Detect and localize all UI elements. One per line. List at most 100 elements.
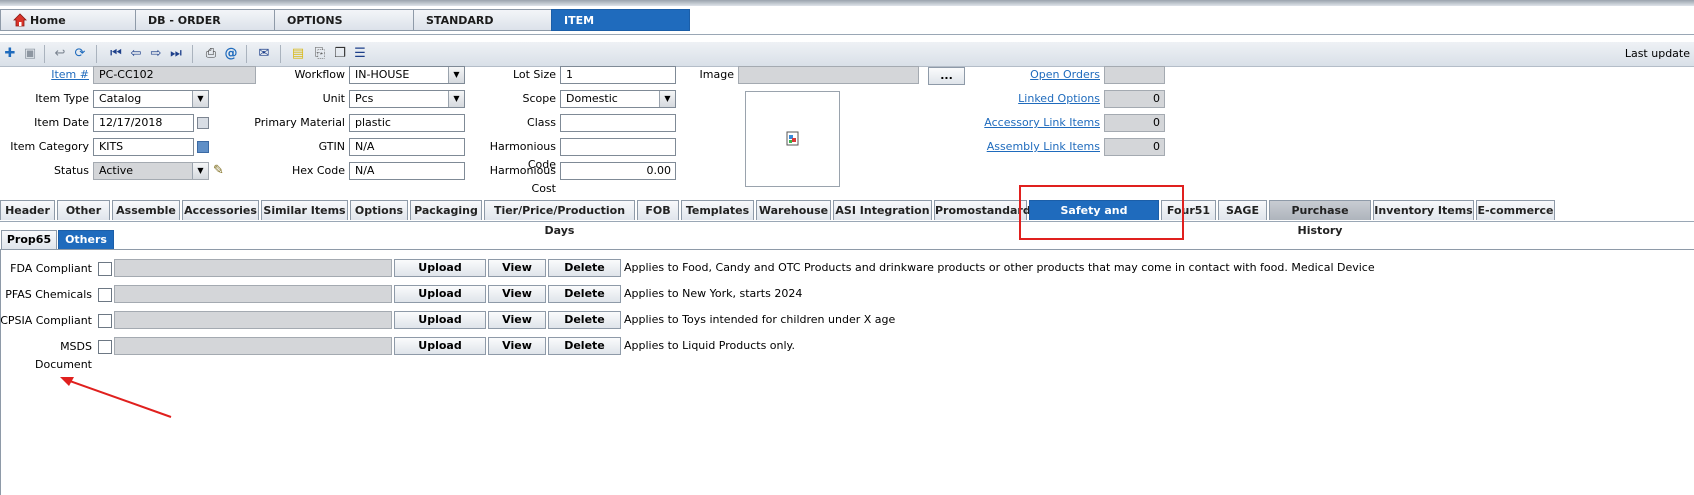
- tab-templates[interactable]: Templates: [681, 200, 754, 220]
- view-button[interactable]: View: [488, 285, 546, 303]
- upload-button[interactable]: Upload: [394, 311, 486, 329]
- assembly-link-items-link[interactable]: Assembly Link Items: [987, 140, 1100, 153]
- tab-similar-items[interactable]: Similar Items: [261, 200, 348, 220]
- chevron-down-icon[interactable]: ▼: [659, 91, 675, 107]
- item-number-field[interactable]: PC-CC102: [93, 66, 256, 84]
- document-checkbox[interactable]: [98, 262, 112, 276]
- edit-icon[interactable]: ✎: [213, 163, 224, 178]
- delete-button[interactable]: Delete: [548, 285, 621, 303]
- open-orders-label[interactable]: Open Orders: [960, 66, 1100, 84]
- nav-tab-label: Home: [30, 14, 66, 27]
- tab-promostandard[interactable]: Promostandard: [934, 200, 1031, 220]
- upload-button[interactable]: Upload: [394, 259, 486, 277]
- document-path-field[interactable]: [114, 337, 392, 355]
- subtab-prop65[interactable]: Prop65: [1, 230, 57, 250]
- assembly-link-label[interactable]: Assembly Link Items: [960, 138, 1100, 156]
- view-button[interactable]: View: [488, 337, 546, 355]
- last-record-icon[interactable]: ⏭: [168, 46, 184, 62]
- calendar-icon[interactable]: [197, 117, 209, 129]
- list-icon[interactable]: ☰: [352, 46, 368, 62]
- item-category-field[interactable]: KITS: [93, 138, 194, 156]
- delete-button[interactable]: Delete: [548, 337, 621, 355]
- delete-button[interactable]: Delete: [548, 311, 621, 329]
- delete-button[interactable]: Delete: [548, 259, 621, 277]
- document-checkbox[interactable]: [98, 314, 112, 328]
- note-icon[interactable]: ▤: [290, 46, 306, 62]
- tab-sage[interactable]: SAGE: [1218, 200, 1267, 220]
- document-label: MSDS Document: [35, 340, 92, 371]
- view-button[interactable]: View: [488, 311, 546, 329]
- tab-other[interactable]: Other: [57, 200, 110, 220]
- class-field[interactable]: [560, 114, 676, 132]
- workflow-select[interactable]: IN-HOUSE ▼: [349, 66, 465, 84]
- tab-options[interactable]: Options: [350, 200, 408, 220]
- email-icon[interactable]: @: [223, 46, 239, 62]
- document-checkbox[interactable]: [98, 288, 112, 302]
- item-number-label[interactable]: Item #: [10, 66, 89, 84]
- harmonious-code-field[interactable]: [560, 138, 676, 156]
- document-label: FDA Compliant: [10, 262, 92, 275]
- scope-select[interactable]: Domestic ▼: [560, 90, 676, 108]
- tab-tier-price[interactable]: Tier/Price/Production Days: [484, 200, 635, 237]
- upload-button[interactable]: Upload: [394, 285, 486, 303]
- tab-e-commerce[interactable]: E-commerce: [1476, 200, 1555, 220]
- lookup-icon[interactable]: [197, 141, 209, 153]
- nav-tab-standard[interactable]: STANDARD: [413, 9, 552, 31]
- previous-record-icon[interactable]: ⇦: [128, 46, 144, 62]
- last-update-label: Last update: [1624, 47, 1690, 60]
- nav-tab-home[interactable]: Home: [0, 9, 136, 31]
- accessory-link-items-link[interactable]: Accessory Link Items: [984, 116, 1100, 129]
- tab-header[interactable]: Header: [0, 200, 55, 220]
- accessory-link-label[interactable]: Accessory Link Items: [960, 114, 1100, 132]
- chevron-down-icon[interactable]: ▼: [192, 91, 208, 107]
- tab-asi-integration[interactable]: ASI Integration: [833, 200, 932, 220]
- toolbar: ✚ ▣ ↩ ⟳ ⏮ ⇦ ⇨ ⏭ ⎙ @ ✉ ▤ ⎘ ❐ ☰ Last updat…: [0, 42, 1694, 67]
- image-path-field[interactable]: [738, 66, 919, 84]
- document-path-field[interactable]: [114, 285, 392, 303]
- unit-select[interactable]: Pcs ▼: [349, 90, 465, 108]
- nav-tab-item[interactable]: ITEM: [551, 9, 690, 31]
- subtab-others[interactable]: Others: [58, 230, 114, 250]
- hex-code-field[interactable]: N/A: [349, 162, 465, 180]
- tab-accessories[interactable]: Accessories: [182, 200, 259, 220]
- status-select[interactable]: Active ▼: [93, 162, 209, 180]
- tab-inventory-items[interactable]: Inventory Items: [1373, 200, 1474, 220]
- item-number-link[interactable]: Item #: [51, 68, 89, 81]
- chevron-down-icon[interactable]: ▼: [192, 163, 208, 179]
- view-button[interactable]: View: [488, 259, 546, 277]
- tab-packaging[interactable]: Packaging: [410, 200, 482, 220]
- gtin-field[interactable]: N/A: [349, 138, 465, 156]
- item-date-field[interactable]: 12/17/2018: [93, 114, 194, 132]
- refresh-icon[interactable]: ⟳: [72, 46, 88, 62]
- attachment-icon[interactable]: ⎘: [312, 46, 328, 62]
- document-path-field[interactable]: [114, 311, 392, 329]
- document-checkbox[interactable]: [98, 340, 112, 354]
- add-icon[interactable]: ✚: [2, 46, 18, 62]
- chevron-down-icon[interactable]: ▼: [448, 67, 464, 83]
- lot-size-field[interactable]: 1: [560, 66, 676, 84]
- nav-tab-options[interactable]: OPTIONS: [274, 9, 414, 31]
- tab-purchase-history[interactable]: Purchase History: [1269, 200, 1371, 237]
- primary-material-field[interactable]: plastic: [349, 114, 465, 132]
- upload-button[interactable]: Upload: [394, 337, 486, 355]
- next-record-icon[interactable]: ⇨: [148, 46, 164, 62]
- harmonious-cost-field[interactable]: 0.00: [560, 162, 676, 180]
- item-type-select[interactable]: Catalog ▼: [93, 90, 209, 108]
- tab-warehouse[interactable]: Warehouse: [756, 200, 831, 220]
- image-preview[interactable]: [745, 91, 840, 187]
- print-icon[interactable]: ⎙: [203, 46, 219, 62]
- envelope-icon[interactable]: ✉: [256, 46, 272, 62]
- chevron-down-icon[interactable]: ▼: [448, 91, 464, 107]
- undo-icon[interactable]: ↩: [52, 46, 68, 62]
- nav-tab-db-order[interactable]: DB - ORDER: [135, 9, 275, 31]
- first-record-icon[interactable]: ⏮: [108, 46, 124, 62]
- document-description: Applies to Toys intended for children un…: [624, 313, 896, 326]
- tab-assemble[interactable]: Assemble: [112, 200, 180, 220]
- document-path-field[interactable]: [114, 259, 392, 277]
- linked-options-label[interactable]: Linked Options: [960, 90, 1100, 108]
- linked-options-link[interactable]: Linked Options: [1018, 92, 1100, 105]
- save-icon[interactable]: ▣: [22, 46, 38, 62]
- open-orders-link[interactable]: Open Orders: [1030, 68, 1100, 81]
- tab-fob[interactable]: FOB: [637, 200, 679, 220]
- copy-icon[interactable]: ❐: [332, 46, 348, 62]
